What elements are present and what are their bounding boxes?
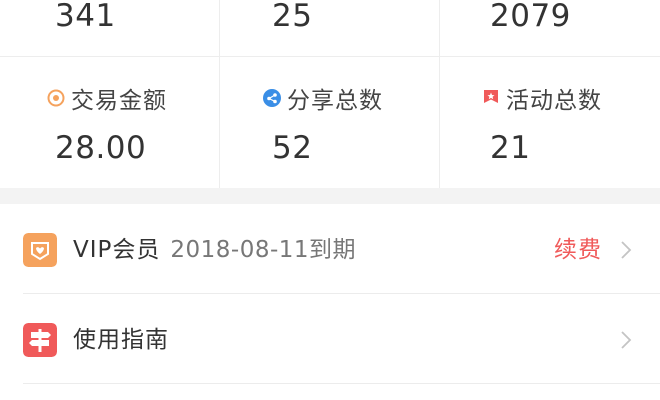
chevron-right-icon xyxy=(621,241,632,259)
coin-icon xyxy=(47,89,65,107)
vip-expiry: 2018-08-11到期 xyxy=(170,237,357,263)
section-gap xyxy=(0,188,660,204)
stat-label: 活动总数 xyxy=(506,88,602,114)
vip-member-row[interactable]: VIP会员 2018-08-11到期 续费 xyxy=(0,204,660,294)
vip-heart-icon xyxy=(23,233,57,267)
stat-value: 21 xyxy=(490,130,531,166)
stat-label: 分享总数 xyxy=(287,88,383,114)
usage-guide-row[interactable]: 使用指南 xyxy=(0,294,660,384)
row-divider xyxy=(23,383,660,384)
chevron-right-icon xyxy=(621,331,632,349)
guide-signpost-icon xyxy=(23,323,57,357)
renew-link[interactable]: 续费 xyxy=(554,236,602,264)
stat-cell-share-count[interactable]: 分享总数 52 xyxy=(220,0,440,188)
stat-label: 交易金额 xyxy=(71,88,167,114)
stat-label-row: 交易金额 xyxy=(47,84,167,114)
guide-title: 使用指南 xyxy=(73,327,169,353)
stats-panel: 341 25 2079 交易金额 28.00 分享总数 52 活动总数 21 xyxy=(0,0,660,188)
stat-value: 52 xyxy=(272,130,313,166)
vip-title-line: VIP会员 2018-08-11到期 xyxy=(73,236,356,264)
stat-cell-transaction-amount[interactable]: 交易金额 28.00 xyxy=(0,0,220,188)
vip-title: VIP会员 xyxy=(73,237,161,263)
share-icon xyxy=(263,89,281,107)
stat-label-row: 活动总数 xyxy=(482,84,602,114)
stat-value: 28.00 xyxy=(55,130,147,166)
stat-cell-activity-count[interactable]: 活动总数 21 xyxy=(440,0,660,188)
flag-icon xyxy=(484,90,498,103)
stat-label-row: 分享总数 xyxy=(263,84,383,114)
